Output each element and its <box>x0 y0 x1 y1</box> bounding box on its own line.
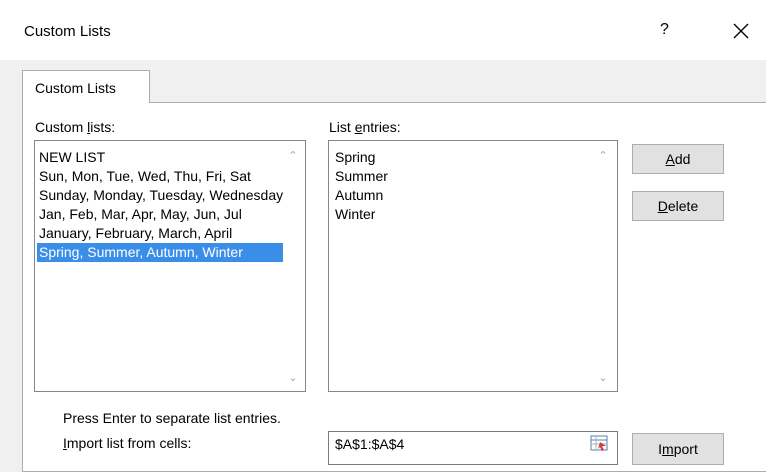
scroll-up-icon[interactable]: ⌃ <box>595 149 611 163</box>
tab-custom-lists[interactable]: Custom Lists <box>22 70 150 103</box>
hint-text: Press Enter to separate list entries. <box>63 410 281 426</box>
custom-list-item[interactable]: Sunday, Monday, Tuesday, Wednesday <box>37 186 283 205</box>
custom-list-item[interactable]: January, February, March, April <box>37 224 283 243</box>
custom-list-item[interactable]: Jan, Feb, Mar, Apr, May, Jun, Jul <box>37 205 283 224</box>
range-selector-icon <box>590 435 608 451</box>
custom-lists-label: Custom lists: <box>35 119 116 135</box>
import-range-input[interactable]: $A$1:$A$4 <box>328 431 618 465</box>
custom-lists-listbox[interactable]: NEW LIST Sun, Mon, Tue, Wed, Thu, Fri, Sa… <box>34 140 306 392</box>
close-icon <box>733 23 749 39</box>
help-button[interactable]: ? <box>660 21 669 39</box>
delete-button[interactable]: Delete <box>632 191 724 221</box>
list-entries-textbox[interactable]: Spring Summer Autumn Winter ⌃ ⌄ <box>328 140 618 392</box>
scroll-down-icon[interactable]: ⌄ <box>595 371 611 385</box>
list-entry-line: Winter <box>335 206 376 222</box>
scroll-down-icon[interactable]: ⌄ <box>285 371 301 385</box>
list-entries-label: List entries: <box>329 119 401 135</box>
close-button[interactable] <box>726 16 756 46</box>
dialog-title: Custom Lists <box>24 23 111 40</box>
custom-list-item[interactable]: Spring, Summer, Autumn, Winter <box>37 243 283 262</box>
import-button[interactable]: Import <box>632 433 724 465</box>
list-entry-line: Autumn <box>335 187 384 203</box>
range-selector-button[interactable] <box>584 431 612 457</box>
tab-label: Custom Lists <box>35 80 116 96</box>
import-label: Import list from cells: <box>63 435 192 451</box>
scroll-up-icon[interactable]: ⌃ <box>285 149 301 163</box>
list-entry-line: Summer <box>335 168 388 184</box>
custom-list-item[interactable]: Sun, Mon, Tue, Wed, Thu, Fri, Sat <box>37 167 283 186</box>
add-button[interactable]: Add <box>632 144 724 174</box>
title-bar: Custom Lists ? <box>0 0 766 60</box>
list-entry-line: Spring <box>335 149 376 165</box>
custom-list-item[interactable]: NEW LIST <box>37 148 283 167</box>
